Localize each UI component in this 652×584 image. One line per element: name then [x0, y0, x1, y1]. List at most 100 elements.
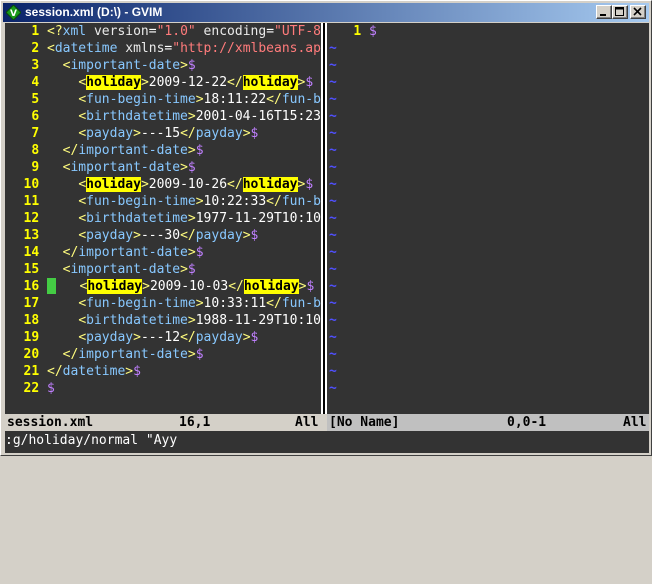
command-line[interactable]: :g/holiday/normal "Ayy: [5, 431, 649, 453]
code-token: <: [78, 296, 87, 311]
empty-line-tilde: ~: [329, 194, 337, 209]
code-token: datetime: [62, 364, 126, 379]
editor-line[interactable]: 9 <important-date>$: [5, 159, 321, 176]
maximize-icon: [615, 7, 624, 16]
code-token: >: [195, 296, 204, 311]
code-token: 10:33:11: [203, 296, 267, 311]
code-token: >: [242, 126, 251, 141]
editor-line[interactable]: 17 <fun-begin-time>10:33:11</fun-b: [5, 295, 321, 312]
code-token: $: [305, 177, 314, 192]
code-token: $: [305, 75, 314, 90]
editor-line[interactable]: 16 <holiday>2009-10-03</holiday>$: [5, 278, 321, 295]
empty-line-tilde: ~: [329, 347, 337, 362]
svg-text:V: V: [10, 9, 17, 19]
line-number: 2: [31, 41, 47, 56]
empty-line-tilde: ~: [329, 245, 337, 260]
code-token: =: [266, 24, 275, 39]
code-token: >: [187, 109, 196, 124]
maximize-button[interactable]: [612, 5, 628, 19]
code-token: $: [133, 364, 141, 379]
empty-line-tilde: ~: [329, 177, 337, 192]
code-token: 2001-04-16T15:23: [195, 109, 321, 124]
editor-line[interactable]: 5 <fun-begin-time>18:11:22</fun-b: [5, 91, 321, 108]
editor-line[interactable]: 10 <holiday>2009-10-26</holiday>$: [5, 176, 321, 193]
code-token: >: [125, 364, 134, 379]
editor-line[interactable]: 8 </important-date>$: [5, 142, 321, 159]
left-status-filename: session.xml: [7, 415, 94, 430]
empty-line-tilde: ~: [329, 262, 337, 277]
code-token: 1988-11-29T10:10: [195, 313, 321, 328]
editor-line[interactable]: 2 <datetime xmlns="http://xmlbeans.ap: [5, 40, 321, 57]
empty-line-tilde: ~: [329, 160, 337, 175]
line-number: 17: [23, 296, 47, 311]
editor-line[interactable]: 20 </important-date>$: [5, 346, 321, 363]
right-status-filename: [No Name]: [329, 415, 400, 430]
editor-line[interactable]: 12 <birthdatetime>1977-11-29T10:10: [5, 210, 321, 227]
editor-line[interactable]: 3 <important-date>$: [5, 57, 321, 74]
code-token: >: [133, 330, 141, 345]
code-token: birthdatetime: [86, 109, 188, 124]
code-token: 2009-10-26: [148, 177, 228, 192]
code-token: <?: [47, 24, 63, 39]
editor-line[interactable]: 1 $: [327, 23, 649, 40]
empty-line-tilde: ~: [329, 364, 337, 379]
editor-line[interactable]: 6 <birthdatetime>2001-04-16T15:23: [5, 108, 321, 125]
minimize-button[interactable]: [596, 5, 612, 19]
code-token: payday: [195, 330, 243, 345]
empty-line-tilde: ~: [329, 279, 337, 294]
title-bar[interactable]: V session.xml (D:\) - GVIM: [3, 3, 649, 22]
code-token: >: [180, 262, 188, 277]
close-button[interactable]: [630, 5, 646, 19]
code-token: ---30: [140, 228, 181, 243]
code-token: $: [250, 330, 259, 345]
editor-line[interactable]: 19 <payday>---12</payday>$: [5, 329, 321, 346]
code-token: important-date: [78, 245, 188, 260]
code-token: birthdatetime: [86, 313, 188, 328]
right-split-pane[interactable]: 1 $ ~ ~ ~ ~ ~ ~ ~ ~ ~ ~ ~ ~ ~ ~ ~ ~ ~ ~ ~ ~ ~: [327, 23, 649, 414]
line-number: 8: [31, 143, 47, 158]
empty-line-tilde: ~: [329, 41, 337, 56]
line-number: 20: [23, 347, 47, 362]
code-token: </: [228, 279, 244, 294]
left-status-position: 16,1: [179, 415, 211, 430]
left-split-pane[interactable]: 1 <?xml version="1.0" encoding="UTF-8 2 <…: [5, 23, 321, 414]
line-number: 1: [31, 24, 47, 39]
code-token: fun-b: [281, 92, 321, 107]
search-highlight: holiday: [243, 279, 299, 294]
code-token: </: [180, 228, 196, 243]
code-token: </: [266, 296, 282, 311]
empty-line-tilde: ~: [329, 75, 337, 90]
code-token: >: [187, 143, 196, 158]
code-token: $: [187, 262, 196, 277]
line-number: 18: [23, 313, 47, 328]
editor-line[interactable]: 13 <payday>---30</payday>$: [5, 227, 321, 244]
code-token: </: [227, 75, 243, 90]
editor-line[interactable]: 18 <birthdatetime>1988-11-29T10:10: [5, 312, 321, 329]
editor-area[interactable]: 1 <?xml version="1.0" encoding="UTF-8 2 <…: [5, 23, 649, 453]
editor-line[interactable]: 15 <important-date>$: [5, 261, 321, 278]
code-token: <: [47, 41, 55, 56]
code-token: xmlns: [117, 41, 165, 56]
code-token: <: [78, 177, 87, 192]
code-token: 2009-10-03: [149, 279, 229, 294]
code-token: datetime: [54, 41, 118, 56]
minimize-icon: [600, 14, 606, 16]
empty-line-tilde: ~: [329, 330, 337, 345]
editor-line[interactable]: 14 </important-date>$: [5, 244, 321, 261]
code-token: 18:11:22: [203, 92, 267, 107]
editor-line[interactable]: 7 <payday>---15</payday>$: [5, 125, 321, 142]
line-number: 16: [23, 279, 47, 294]
code-token: fun-b: [281, 296, 321, 311]
editor-line[interactable]: 1 <?xml version="1.0" encoding="UTF-8: [5, 23, 321, 40]
editor-line[interactable]: 21 </datetime>$: [5, 363, 321, 380]
code-token: xml: [62, 24, 87, 39]
editor-line[interactable]: 11 <fun-begin-time>10:22:33</fun-b: [5, 193, 321, 210]
editor-line[interactable]: 4 <holiday>2009-12-22</holiday>$: [5, 74, 321, 91]
editor-line[interactable]: 22 $: [5, 380, 321, 397]
code-token: $: [369, 24, 377, 39]
window-title: session.xml (D:\) - GVIM: [25, 5, 163, 19]
empty-line-tilde: ~: [329, 313, 337, 328]
